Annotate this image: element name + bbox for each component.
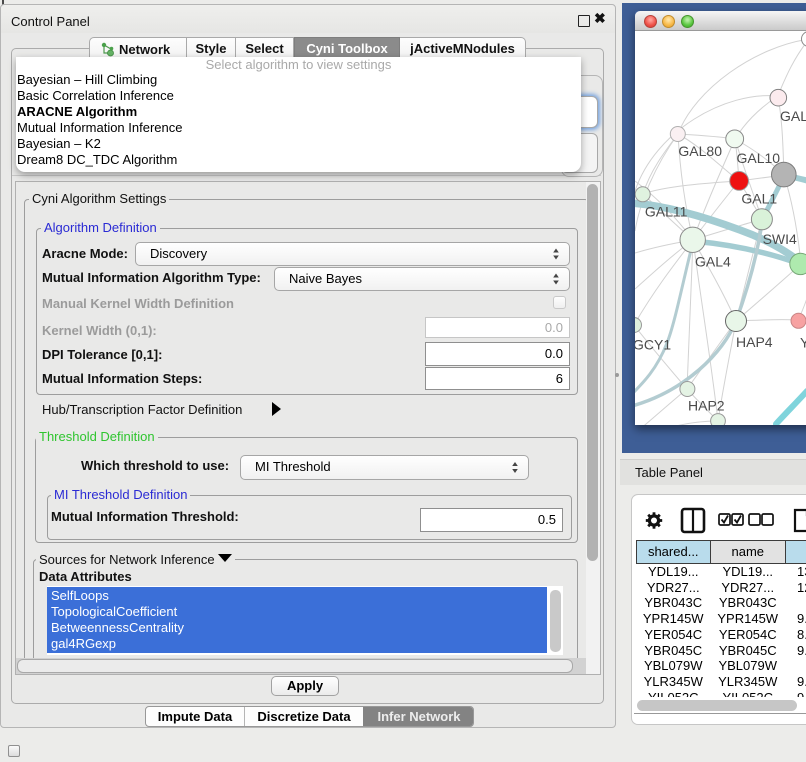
svg-text:GAL: GAL <box>780 108 806 124</box>
svg-text:GAL1: GAL1 <box>741 191 777 207</box>
svg-text:SWI4: SWI4 <box>763 231 797 247</box>
svg-text:HAP4: HAP4 <box>736 334 773 350</box>
svg-text:GAL10: GAL10 <box>737 150 781 166</box>
svg-text:HAP2: HAP2 <box>688 398 725 414</box>
svg-text:GAL4: GAL4 <box>695 254 731 270</box>
svg-text:GCY1: GCY1 <box>635 337 671 353</box>
svg-text:GAL80: GAL80 <box>678 143 722 159</box>
svg-text:GAL11: GAL11 <box>645 204 688 220</box>
svg-text:Y: Y <box>800 335 806 351</box>
